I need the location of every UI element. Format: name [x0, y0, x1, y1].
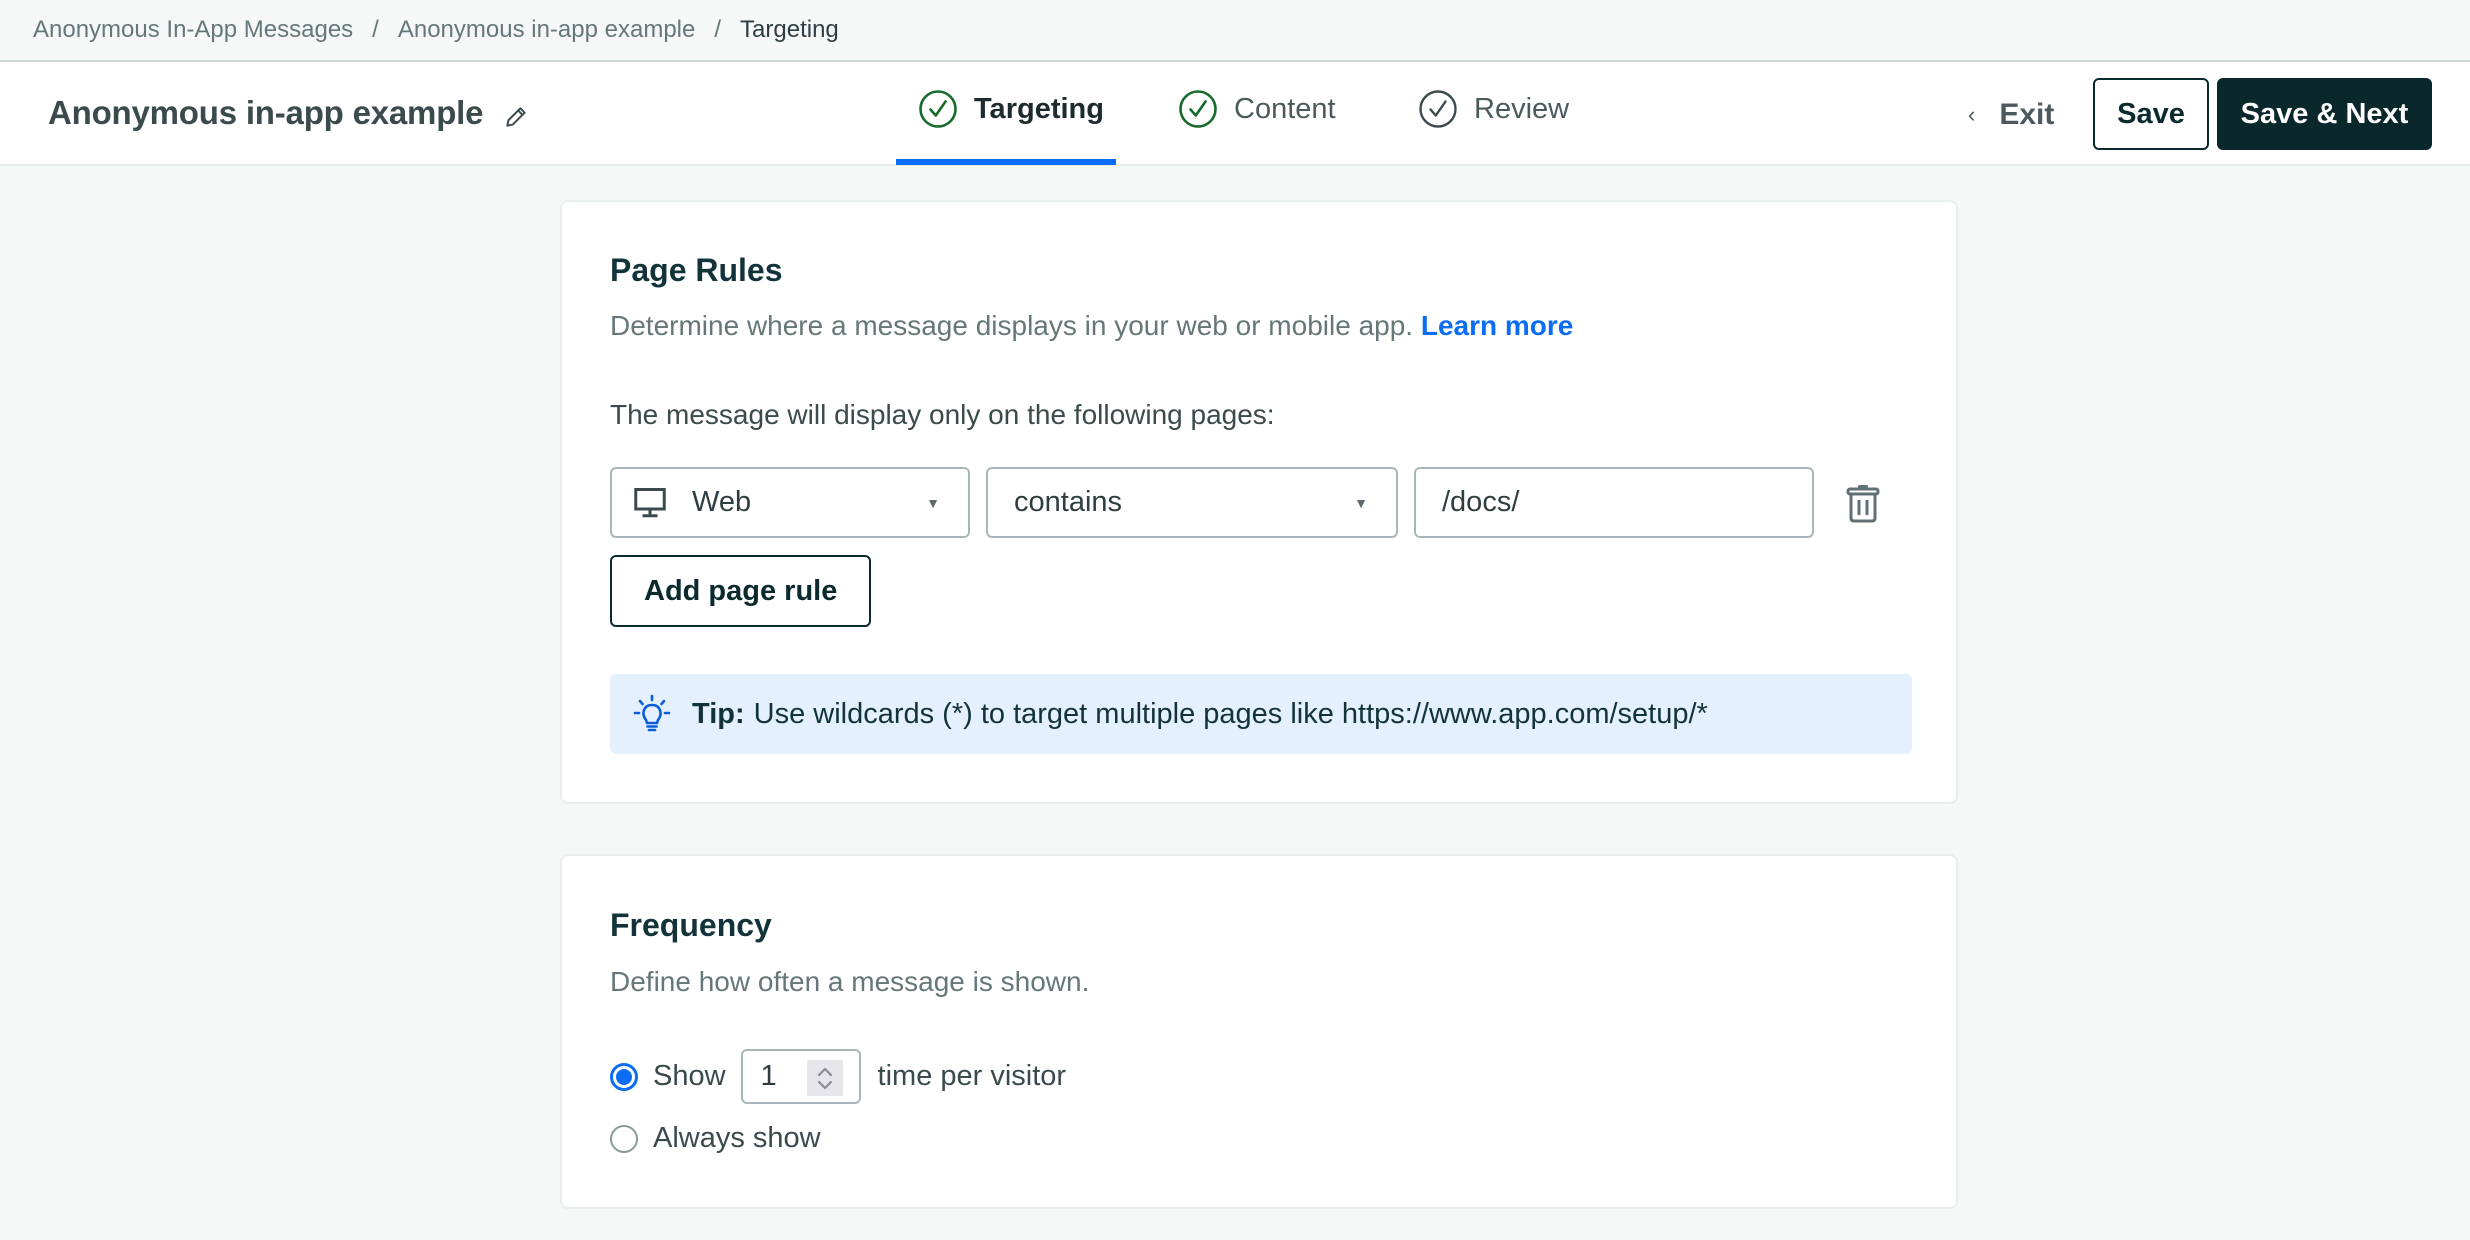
caret-down-icon: ▼	[926, 494, 940, 511]
step-label: Content	[1234, 92, 1336, 125]
page-path-input[interactable]: /docs/	[1414, 467, 1814, 538]
page-title-group: Anonymous in-app example	[48, 94, 529, 132]
always-show-radio[interactable]	[610, 1124, 638, 1153]
step-content[interactable]: Content	[1178, 84, 1336, 134]
tip-banner: Tip: Use wildcards (*) to target multipl…	[610, 674, 1912, 754]
section-title: Frequency	[610, 907, 772, 943]
check-circle-icon	[1179, 90, 1217, 128]
desktop-icon	[634, 487, 666, 517]
step-targeting[interactable]: Targeting	[918, 84, 1104, 134]
step-label: Review	[1474, 92, 1570, 125]
always-show-label: Always show	[653, 1122, 821, 1154]
tip-text: Use wildcards (*) to target multiple pag…	[753, 697, 1708, 730]
breadcrumb-item-current: Targeting	[740, 16, 839, 43]
step-review[interactable]: Review	[1418, 84, 1569, 134]
learn-more-link[interactable]: Learn more	[1421, 310, 1574, 341]
add-page-rule-button[interactable]: Add page rule	[610, 555, 872, 627]
show-label: Show	[653, 1060, 726, 1092]
save-and-next-button[interactable]: Save & Next	[2217, 78, 2432, 150]
breadcrumb-separator: /	[714, 16, 722, 43]
platform-select[interactable]: Web ▼	[610, 467, 970, 538]
show-count-input[interactable]: 1	[740, 1049, 861, 1104]
show-count-value: 1	[760, 1060, 777, 1092]
page-path-value: /docs/	[1442, 486, 1520, 518]
step-label: Targeting	[974, 92, 1104, 125]
save-button[interactable]: Save	[2093, 78, 2209, 150]
breadcrumb-item-messages[interactable]: Anonymous In-App Messages	[33, 16, 353, 44]
platform-value: Web	[692, 486, 752, 518]
page-title: Anonymous in-app example	[48, 94, 484, 131]
caret-down-icon: ▼	[1354, 494, 1368, 511]
exit-button[interactable]: ‹ Exit	[1968, 90, 2054, 140]
trash-icon[interactable]	[1846, 483, 1880, 523]
active-step-indicator	[896, 159, 1116, 165]
lightbulb-icon	[633, 694, 671, 732]
breadcrumb-item-message[interactable]: Anonymous in-app example	[398, 16, 696, 44]
frequency-card: Frequency Define how often a message is …	[560, 854, 1958, 1209]
section-description: Determine where a message displays in yo…	[610, 310, 1573, 342]
breadcrumb: Anonymous In-App Messages / Anonymous in…	[0, 0, 2470, 62]
breadcrumb-separator: /	[372, 16, 379, 43]
frequency-option-show: Show 1 time per visitor	[610, 1049, 1066, 1104]
description-text: Determine where a message displays in yo…	[610, 310, 1414, 341]
check-circle-icon	[919, 90, 957, 128]
editor-header: Anonymous in-app example Targeting Conte…	[0, 62, 2470, 166]
section-title: Page Rules	[610, 252, 783, 288]
section-description: Define how often a message is shown.	[610, 966, 1090, 997]
operator-select[interactable]: contains ▼	[986, 467, 1398, 538]
show-suffix-label: time per visitor	[877, 1060, 1067, 1092]
show-radio[interactable]	[610, 1062, 638, 1091]
pencil-icon[interactable]	[503, 100, 529, 127]
exit-label: Exit	[1999, 98, 2055, 131]
page-rules-card: Page Rules Determine where a message dis…	[560, 200, 1958, 804]
rules-label: The message will display only on the fol…	[610, 399, 1275, 430]
frequency-option-always: Always show	[610, 1122, 821, 1155]
chevron-left-icon: ‹	[1968, 102, 1976, 127]
check-circle-icon	[1419, 90, 1457, 128]
tip-prefix: Tip:	[692, 697, 745, 730]
operator-value: contains	[1014, 486, 1123, 518]
stepper-icon[interactable]	[806, 1060, 843, 1096]
